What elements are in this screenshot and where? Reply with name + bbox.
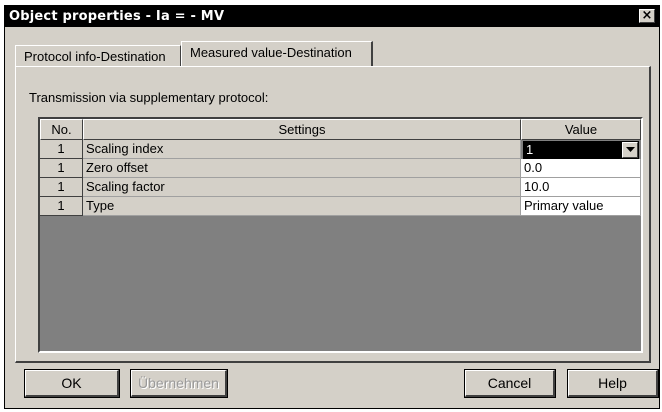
settings-grid: No. Settings Value 1 Scaling index 1 1 Z… xyxy=(38,117,643,353)
apply-button: Übernehmen xyxy=(130,369,228,398)
cancel-button[interactable]: Cancel xyxy=(464,369,556,398)
setting-value[interactable]: Primary value xyxy=(521,197,641,216)
row-number: 1 xyxy=(40,159,83,178)
close-icon: × xyxy=(641,8,653,23)
table-row[interactable]: 1 Type Primary value xyxy=(40,197,641,216)
column-header-value[interactable]: Value xyxy=(521,119,641,140)
table-row[interactable]: 1 Scaling index 1 xyxy=(40,140,641,159)
row-number: 1 xyxy=(40,140,83,159)
tab-measured-value[interactable]: Measured value-Destination xyxy=(181,41,373,67)
row-number: 1 xyxy=(40,197,83,216)
row-number: 1 xyxy=(40,178,83,197)
scaling-index-dropdown[interactable]: 1 xyxy=(523,141,639,159)
ok-button[interactable]: OK xyxy=(24,369,120,398)
table-row[interactable]: 1 Scaling factor 10.0 xyxy=(40,178,641,197)
dropdown-button[interactable] xyxy=(622,142,638,158)
title-bar: Object properties - Ia = - MV × xyxy=(5,6,659,27)
transmission-label: Transmission via supplementary protocol: xyxy=(29,90,269,105)
dropdown-value: 1 xyxy=(526,142,534,157)
setting-name: Type xyxy=(83,197,521,216)
tab-protocol-info[interactable]: Protocol info-Destination xyxy=(15,45,181,67)
window-title: Object properties - Ia = - MV xyxy=(9,9,225,24)
column-header-no[interactable]: No. xyxy=(40,119,83,140)
setting-name: Scaling index xyxy=(83,140,521,159)
help-button[interactable]: Help xyxy=(567,369,659,398)
chevron-down-icon xyxy=(626,147,635,152)
setting-name: Scaling factor xyxy=(83,178,521,197)
column-header-settings[interactable]: Settings xyxy=(83,119,521,140)
properties-dialog: Object properties - Ia = - MV × Protocol… xyxy=(4,5,660,409)
setting-value[interactable]: 10.0 xyxy=(521,178,641,197)
close-button[interactable]: × xyxy=(639,9,655,23)
setting-value[interactable]: 0.0 xyxy=(521,159,641,178)
table-row[interactable]: 1 Zero offset 0.0 xyxy=(40,159,641,178)
setting-name: Zero offset xyxy=(83,159,521,178)
